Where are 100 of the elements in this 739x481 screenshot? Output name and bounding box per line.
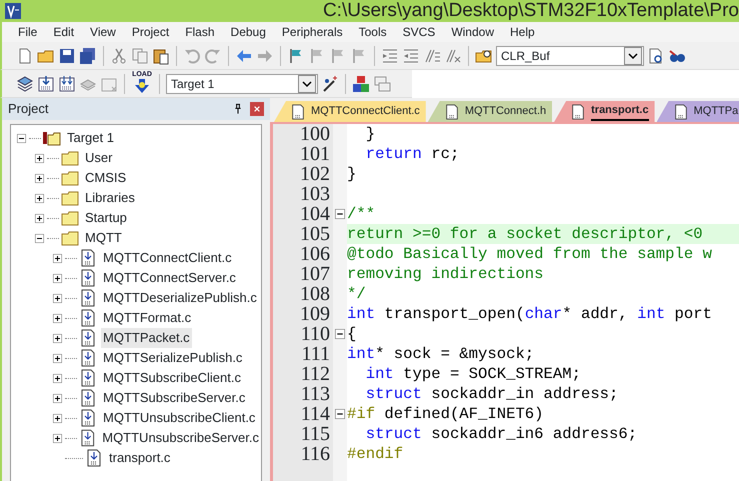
folder-icon xyxy=(61,209,79,227)
open-folder-icon xyxy=(61,229,79,247)
target-folder-icon xyxy=(43,129,61,147)
tree-item[interactable]: MQTTPacket.c xyxy=(101,328,192,348)
expand-toggle[interactable] xyxy=(53,394,62,402)
line-number: 114 xyxy=(300,404,331,424)
line-number: 105 xyxy=(299,224,331,244)
collapse-toggle[interactable] xyxy=(35,234,44,242)
source-file-icon xyxy=(78,429,96,447)
tree-item[interactable]: MQTTConnectServer.c xyxy=(101,268,238,288)
window-title: C:\Users\yang\Desktop\STM32F10xTemplate\Pro xyxy=(322,0,739,23)
menu-item[interactable]: SVCS xyxy=(394,23,444,41)
menu-item[interactable]: View xyxy=(82,23,124,41)
tree-item[interactable]: Startup xyxy=(83,208,129,228)
editor-tab[interactable]: MQTTConnectClient.c xyxy=(274,101,426,122)
paste-icon[interactable] xyxy=(152,46,170,64)
line-number: 104 xyxy=(299,204,331,224)
save-icon[interactable] xyxy=(58,46,76,64)
menu-item[interactable]: Debug xyxy=(222,23,274,41)
manage-components-icon[interactable] xyxy=(352,74,370,92)
tree-item[interactable]: MQTTConnectClient.c xyxy=(101,248,234,268)
build-icon[interactable] xyxy=(37,74,55,92)
file-icon xyxy=(570,104,586,120)
tree-item[interactable]: MQTTUnsubscribeServer.c xyxy=(100,428,261,448)
code-line: int type = SOCK_STREAM; xyxy=(364,364,582,384)
expand-toggle[interactable] xyxy=(53,314,62,322)
find-combo[interactable]: CLR_Buf xyxy=(496,46,644,66)
source-file-icon xyxy=(79,249,97,267)
tree-item[interactable]: MQTTFormat.c xyxy=(101,308,194,328)
tree-item[interactable]: MQTTSerializePublish.c xyxy=(101,348,244,368)
folder-icon xyxy=(61,189,79,207)
dropdown-caret-icon[interactable] xyxy=(298,74,316,92)
tree-item[interactable]: Target 1 xyxy=(65,128,116,148)
file-icon xyxy=(672,104,689,120)
outdent-icon[interactable] xyxy=(402,46,420,64)
line-number: 110 xyxy=(300,324,331,344)
app-logo-icon xyxy=(4,2,22,20)
tree-item[interactable]: Libraries xyxy=(83,188,137,208)
code-line: struct sockaddr_in6 address6; xyxy=(364,424,638,444)
expand-toggle[interactable] xyxy=(35,214,44,222)
menu-item[interactable]: Help xyxy=(502,23,543,41)
expand-toggle[interactable] xyxy=(53,434,62,442)
menu-item[interactable]: Edit xyxy=(45,23,82,41)
fold-toggle[interactable] xyxy=(335,409,345,419)
expand-toggle[interactable] xyxy=(35,154,44,162)
tree-item[interactable]: MQTT xyxy=(83,228,124,248)
source-file-icon xyxy=(85,449,103,467)
cut-icon[interactable] xyxy=(110,46,128,64)
expand-toggle[interactable] xyxy=(35,194,44,202)
line-number: 106 xyxy=(299,244,331,264)
folder-icon xyxy=(61,149,79,167)
indent-icon[interactable] xyxy=(381,46,399,64)
code-line: #if defined(AF_INET6) xyxy=(347,404,545,424)
file-icon xyxy=(290,104,306,120)
menu-item[interactable]: Flash xyxy=(177,23,223,41)
code-line: } xyxy=(364,124,376,144)
expand-toggle[interactable] xyxy=(53,374,62,382)
panel-title: Project xyxy=(8,100,50,118)
tree-item[interactable]: CMSIS xyxy=(83,168,128,188)
editor-tab[interactable]: transport.c xyxy=(554,101,655,122)
tree-item[interactable]: MQTTSubscribeClient.c xyxy=(101,368,243,388)
line-number: 113 xyxy=(300,384,331,404)
code-line: struct sockaddr_in address; xyxy=(364,384,620,404)
code-line: /** xyxy=(347,204,376,224)
save-all-icon[interactable] xyxy=(79,46,97,64)
tree-item[interactable]: transport.c xyxy=(107,448,172,468)
fold-toggle[interactable] xyxy=(335,209,345,219)
expand-toggle[interactable] xyxy=(53,294,62,302)
code-line: return rc; xyxy=(364,144,460,164)
editor-tab[interactable]: MQTTConnect.h xyxy=(428,101,552,122)
options-wand-icon[interactable] xyxy=(321,74,339,92)
source-file-icon xyxy=(79,369,97,387)
tree-item[interactable]: MQTTUnsubscribeClient.c xyxy=(101,408,258,428)
menu-item[interactable]: File xyxy=(10,23,46,41)
tree-item[interactable]: MQTTSubscribeServer.c xyxy=(101,388,248,408)
line-number: 112 xyxy=(300,364,331,384)
fold-toggle[interactable] xyxy=(335,329,345,339)
menu-item[interactable]: Peripherals xyxy=(274,23,351,41)
menu-item[interactable]: Project xyxy=(124,23,178,41)
dropdown-caret-icon[interactable] xyxy=(624,46,642,64)
expand-toggle[interactable] xyxy=(53,274,62,282)
source-file-icon xyxy=(79,389,97,407)
editor-tab[interactable]: MQTTPa xyxy=(656,101,739,122)
expand-toggle[interactable] xyxy=(53,354,62,362)
collapse-toggle[interactable] xyxy=(17,134,26,142)
rebuild-icon[interactable] xyxy=(58,74,76,92)
code-line: } xyxy=(347,164,358,184)
menu-item[interactable]: Window xyxy=(443,23,502,41)
target-combo[interactable]: Target 1 xyxy=(166,74,318,94)
expand-toggle[interactable] xyxy=(35,174,44,182)
line-number: 109 xyxy=(299,304,331,324)
expand-toggle[interactable] xyxy=(53,414,62,422)
tree-item[interactable]: MQTTDeserializePublish.c xyxy=(101,288,259,308)
menu-item[interactable]: Tools xyxy=(350,23,395,41)
close-icon[interactable] xyxy=(250,102,264,116)
tree-item[interactable]: User xyxy=(83,148,114,168)
expand-toggle[interactable] xyxy=(53,254,62,262)
code-line: { xyxy=(347,324,358,344)
expand-toggle[interactable] xyxy=(53,334,62,342)
code-line: #endif xyxy=(347,444,404,464)
